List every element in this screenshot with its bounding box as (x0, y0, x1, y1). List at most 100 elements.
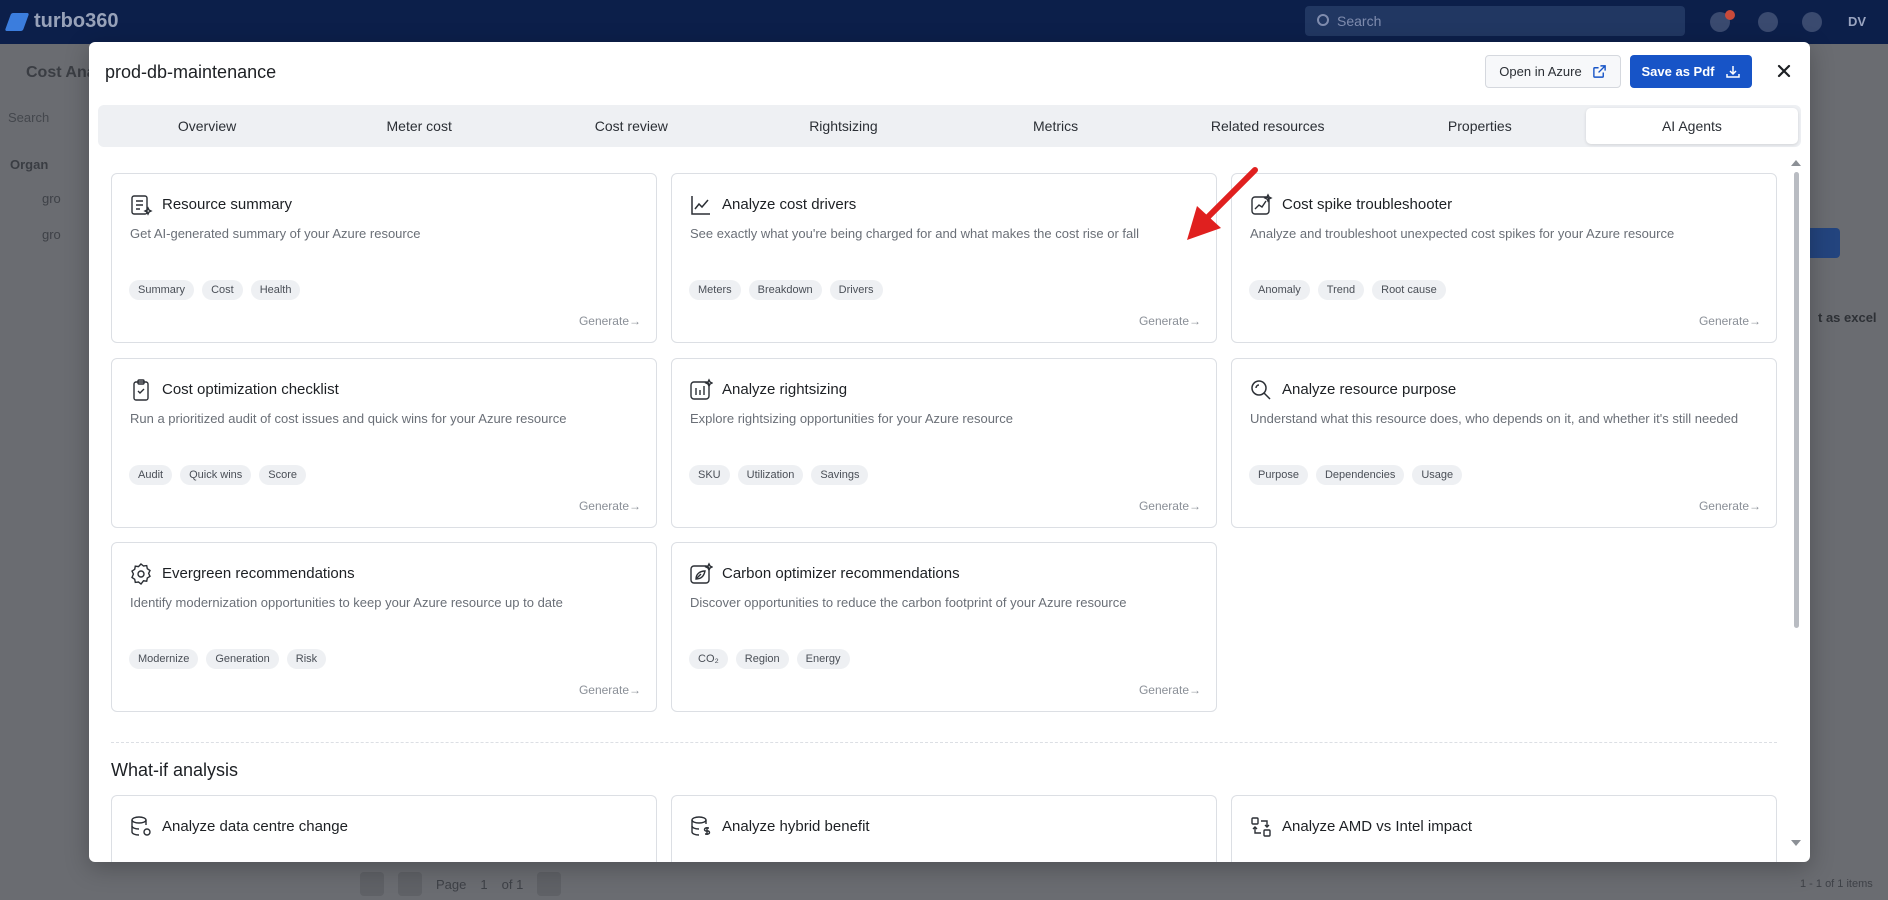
modal-tabs: Overview Meter cost Cost review Rightsiz… (98, 105, 1801, 147)
tag-chip: Risk (286, 649, 327, 669)
save-as-pdf-button[interactable]: Save as Pdf (1630, 55, 1752, 88)
tab-rightsizing[interactable]: Rightsizing (737, 108, 949, 144)
close-icon (1777, 64, 1791, 78)
tag-chip: Trend (1317, 280, 1365, 300)
whatif-section-title: What-if analysis (111, 760, 239, 780)
agent-card-evergreen-recommendations[interactable]: Evergreen recommendations Identify moder… (111, 542, 657, 712)
agent-card-description: Analyze and troubleshoot unexpected cost… (1250, 226, 1675, 241)
bell-icon[interactable] (1758, 12, 1778, 32)
generate-link[interactable]: Generate→ (1139, 683, 1201, 697)
agent-card-description: See exactly what you're being charged fo… (690, 226, 1140, 241)
pager-total: of 1 (501, 876, 524, 892)
generate-link[interactable]: Generate→ (579, 314, 641, 328)
global-search-placeholder: Search (1337, 13, 1382, 29)
whatif-card-hybrid-benefit[interactable]: Analyze hybrid benefit (671, 795, 1217, 862)
section-divider (111, 742, 1777, 743)
tree-item-root[interactable]: Organ (10, 157, 48, 172)
tab-metrics[interactable]: Metrics (950, 108, 1162, 144)
tab-related-resources[interactable]: Related resources (1162, 108, 1374, 144)
pager-next-button[interactable] (537, 872, 562, 896)
agent-card-title: Analyze resource purpose (1282, 381, 1457, 398)
tag-chip: Generation (206, 649, 279, 669)
agent-card-tags: CO₂ Region Energy (689, 649, 850, 669)
agent-card-analyze-resource-purpose[interactable]: Analyze resource purpose Understand what… (1231, 358, 1777, 528)
user-avatar[interactable]: DV (1848, 14, 1866, 29)
agent-card-description: Explore rightsizing opportunities for yo… (690, 411, 1013, 426)
agent-card-tags: Modernize Generation Risk (129, 649, 327, 669)
open-in-azure-button[interactable]: Open in Azure (1485, 55, 1621, 88)
tag-chip: Drivers (829, 280, 883, 300)
agent-card-tags: Summary Cost Health (129, 280, 301, 300)
tree-item-child[interactable]: gro (42, 191, 61, 206)
export-excel-button[interactable]: t as excel (1818, 310, 1877, 325)
pager: Page 1 of 1 (360, 872, 562, 896)
scrollbar-down-arrow[interactable] (1791, 840, 1801, 846)
tab-ai-agents[interactable]: AI Agents (1585, 108, 1798, 144)
tag-chip: Quick wins (180, 465, 252, 485)
download-icon (1725, 65, 1740, 78)
tag-chip: Modernize (129, 649, 199, 669)
generate-link[interactable]: Generate→ (1139, 499, 1201, 513)
tab-overview[interactable]: Overview (101, 108, 313, 144)
whatif-card-amd-vs-intel[interactable]: Analyze AMD vs Intel impact (1231, 795, 1777, 862)
agent-card-title: Analyze rightsizing (722, 381, 848, 398)
scrollbar-up-arrow[interactable] (1791, 160, 1801, 166)
tag-chip: Root cause (1372, 280, 1446, 300)
tag-chip: Usage (1412, 465, 1463, 485)
agent-card-resource-summary[interactable]: Resource summary Get AI-generated summar… (111, 173, 657, 343)
top-navigation-bar: turbo360 Search DV (0, 0, 1888, 44)
pager-page-label: Page (436, 876, 467, 892)
tag-chip: Meters (689, 280, 741, 300)
agent-card-title: Evergreen recommendations (162, 565, 355, 582)
tag-chip: Score (259, 465, 307, 485)
agent-card-analyze-cost-drivers[interactable]: Analyze cost drivers See exactly what yo… (671, 173, 1217, 343)
tag-chip: Dependencies (1315, 465, 1405, 485)
background-page-title: Cost Ana (26, 64, 96, 81)
spike-chart-icon (1251, 193, 1273, 215)
items-count: 1 - 1 of 1 items (1800, 878, 1873, 890)
tab-meter-cost[interactable]: Meter cost (313, 108, 525, 144)
pager-page-number[interactable]: 1 (480, 877, 487, 892)
close-modal-button[interactable] (1771, 58, 1797, 84)
sidebar-search-input[interactable]: Search (8, 110, 49, 125)
turbo360-logo[interactable]: turbo360 (4, 10, 119, 33)
agent-card-carbon-optimizer-recommendations[interactable]: Carbon optimizer recommendations Discove… (671, 542, 1217, 712)
tag-chip: CO₂ (689, 649, 728, 669)
help-icon[interactable] (1802, 12, 1822, 32)
tag-chip: Utilization (737, 465, 804, 485)
agent-card-cost-optimization-checklist[interactable]: Cost optimization checklist Run a priori… (111, 358, 657, 528)
tab-cost-review[interactable]: Cost review (525, 108, 737, 144)
document-sparkle-icon (131, 195, 153, 216)
tag-chip: Energy (796, 649, 850, 669)
agent-card-tags: Anomaly Trend Root cause (1249, 280, 1446, 300)
whatif-card-title: Analyze data centre change (162, 818, 348, 835)
magnifier-icon (1251, 380, 1271, 400)
agent-card-title: Resource summary (162, 196, 293, 213)
agent-card-description: Discover opportunities to reduce the car… (690, 595, 1127, 610)
generate-link[interactable]: Generate→ (579, 499, 641, 513)
agent-card-title: Cost optimization checklist (162, 381, 339, 398)
agent-card-description: Run a prioritized audit of cost issues a… (130, 411, 567, 426)
scrollbar-thumb[interactable] (1794, 172, 1799, 628)
generate-link[interactable]: Generate→ (1699, 499, 1761, 513)
pager-first-button[interactable] (360, 872, 384, 896)
whatif-card-data-centre-change[interactable]: Analyze data centre change (111, 795, 657, 862)
generate-link[interactable]: Generate→ (579, 683, 641, 697)
tag-chip: Audit (129, 465, 173, 485)
whatif-card-title: Analyze hybrid benefit (722, 818, 870, 835)
generate-link[interactable]: Generate→ (1139, 314, 1201, 328)
swap-chip-icon (1251, 817, 1271, 837)
global-search-input[interactable]: Search (1305, 6, 1685, 36)
logo-text: turbo360 (34, 10, 119, 32)
generate-link[interactable]: Generate→ (1699, 314, 1761, 328)
agent-card-analyze-rightsizing[interactable]: Analyze rightsizing Explore rightsizing … (671, 358, 1217, 528)
modal-title: prod-db-maintenance (105, 62, 277, 82)
whatif-card-title: Analyze AMD vs Intel impact (1282, 818, 1473, 835)
notification-badge (1725, 10, 1735, 20)
gear-badge-icon (131, 563, 151, 585)
agent-card-title: Carbon optimizer recommendations (722, 565, 960, 582)
tree-item-child[interactable]: gro (42, 227, 61, 242)
pager-prev-button[interactable] (398, 872, 422, 896)
agent-card-cost-spike-troubleshooter[interactable]: Cost spike troubleshooter Analyze and tr… (1231, 173, 1777, 343)
tab-properties[interactable]: Properties (1374, 108, 1586, 144)
